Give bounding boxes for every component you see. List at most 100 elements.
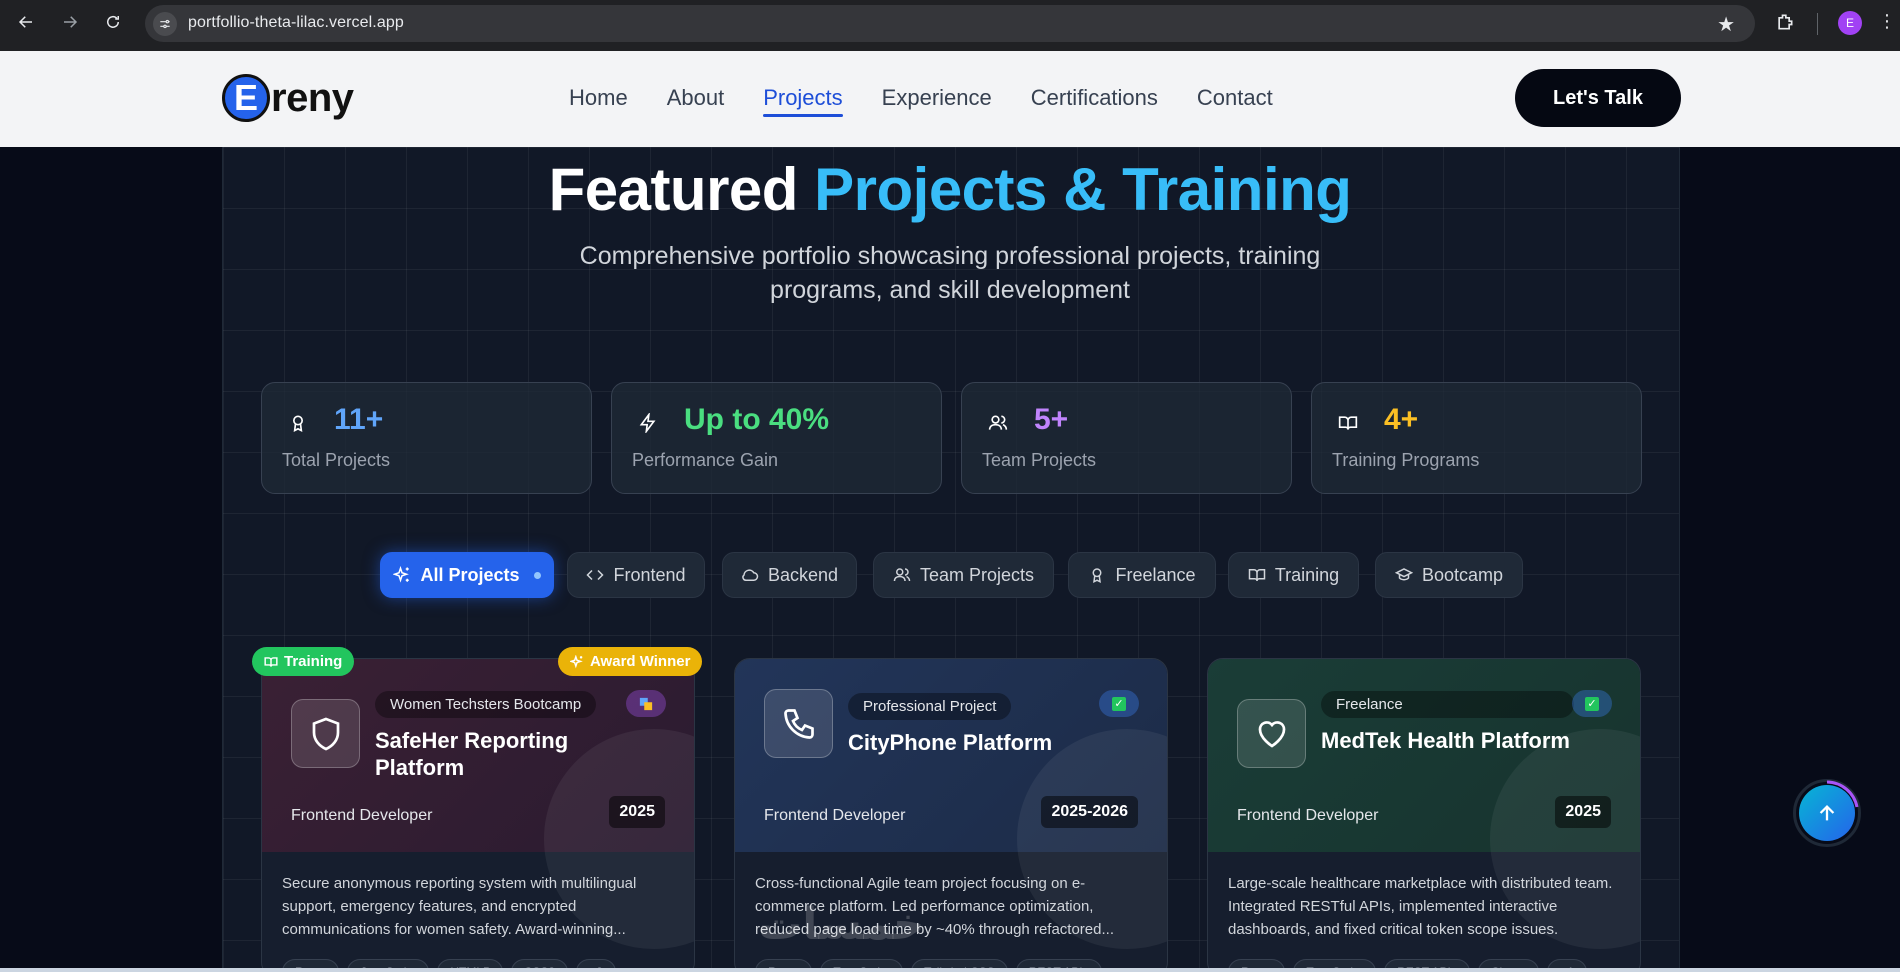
filter-label: Bootcamp xyxy=(1421,564,1504,585)
stat-card-performance: Up to 40% Performance Gain xyxy=(611,382,942,494)
title-accent: Projects & Training xyxy=(814,156,1352,223)
card-year: 2025 xyxy=(609,796,665,828)
cloud-icon xyxy=(742,569,759,581)
lightning-icon xyxy=(639,413,656,433)
phone-icon xyxy=(764,689,833,758)
filter-all-projects[interactable]: All Projects xyxy=(380,552,554,598)
book-icon xyxy=(1338,416,1358,430)
logo[interactable]: E reny xyxy=(222,74,354,122)
nav-projects[interactable]: Projects xyxy=(763,85,844,117)
ribbon-label: Training xyxy=(284,653,343,670)
shield-icon xyxy=(291,699,360,768)
project-card-safeher[interactable]: Women Techsters Bootcamp SafeHer Reporti… xyxy=(261,658,695,972)
card-role: Frontend Developer xyxy=(291,807,433,824)
browser-menu-icon[interactable]: ⋮ xyxy=(1878,12,1896,30)
stat-value: 11+ xyxy=(334,403,384,436)
stat-card-training: 4+ Training Programs xyxy=(1311,382,1642,494)
card-category-badge: Women Techsters Bootcamp xyxy=(375,691,597,718)
card-header: Professional Project ✓ CityPhone Platfor… xyxy=(735,659,1167,949)
card-title: CityPhone Platform xyxy=(848,730,1053,755)
book-icon xyxy=(1248,569,1266,582)
card-year: 2025 xyxy=(1555,796,1611,828)
card-description: Secure anonymous reporting system with m… xyxy=(282,875,637,938)
filter-label: Team Projects xyxy=(919,564,1035,585)
card-role: Frontend Developer xyxy=(1237,807,1379,824)
filter-freelance[interactable]: Freelance xyxy=(1068,552,1216,598)
heart-icon xyxy=(1237,699,1306,768)
ribbon-label: Award Winner xyxy=(590,653,691,670)
stat-card-team: 5+ Team Projects xyxy=(961,382,1292,494)
card-header: Freelance ✓ MedTek Health Platform Front… xyxy=(1208,659,1640,949)
book-icon xyxy=(264,656,278,667)
filter-label: All Projects xyxy=(420,564,520,585)
card-category-badge: Freelance xyxy=(1321,691,1574,718)
scroll-progress-ring xyxy=(1826,780,1859,808)
scroll-to-top-button[interactable] xyxy=(1793,779,1861,847)
profile-avatar[interactable]: E xyxy=(1838,11,1862,35)
nav-about[interactable]: About xyxy=(667,85,725,111)
award-icon xyxy=(1092,568,1102,584)
stat-value: 5+ xyxy=(1034,403,1069,436)
card-title: SafeHer Reporting Platform xyxy=(375,728,569,780)
site-info-icon[interactable] xyxy=(153,12,177,36)
reload-icon[interactable] xyxy=(101,10,125,34)
filter-label: Frontend xyxy=(613,564,686,585)
url-text[interactable]: portfollio-theta-lilac.vercel.app xyxy=(188,14,404,32)
users-icon xyxy=(988,415,1008,430)
logo-mark: E xyxy=(222,74,270,122)
main-nav: Home About Projects Experience Certifica… xyxy=(569,85,1273,117)
users-icon xyxy=(893,568,911,582)
browser-toolbar: portfollio-theta-lilac.vercel.app ★ E ⋮ xyxy=(0,0,1900,51)
project-card-medtek[interactable]: Freelance ✓ MedTek Health Platform Front… xyxy=(1207,658,1641,972)
extensions-icon[interactable] xyxy=(1775,12,1795,37)
nav-home[interactable]: Home xyxy=(569,85,628,111)
card-role: Frontend Developer xyxy=(764,807,906,824)
stat-label: Total Projects xyxy=(282,450,391,470)
site-header: E reny Home About Projects Experience Ce… xyxy=(0,51,1900,147)
bottom-edge xyxy=(0,968,1900,972)
stat-label: Performance Gain xyxy=(632,450,779,470)
section-subtitle: Comprehensive portfolio showcasing profe… xyxy=(579,242,1321,304)
filter-backend[interactable]: Backend xyxy=(722,552,857,598)
sparkles-icon xyxy=(570,654,583,668)
stat-card-total-projects: 11+ Total Projects xyxy=(261,382,592,494)
title-plain: Featured xyxy=(548,156,799,223)
filter-label: Backend xyxy=(767,564,839,585)
bookmark-star-icon[interactable]: ★ xyxy=(1717,12,1735,37)
nav-certifications[interactable]: Certifications xyxy=(1031,85,1158,111)
award-winner-ribbon: Award Winner xyxy=(558,647,703,676)
active-indicator xyxy=(533,571,541,579)
card-category-badge: Professional Project xyxy=(848,693,1012,720)
back-icon[interactable] xyxy=(14,10,38,34)
code-icon xyxy=(586,569,605,581)
sparkles-icon xyxy=(393,566,410,583)
address-bar[interactable]: portfollio-theta-lilac.vercel.app ★ xyxy=(145,5,1755,42)
stat-label: Team Projects xyxy=(982,450,1097,470)
watermark: خمسات xyxy=(758,899,925,950)
filter-frontend[interactable]: Frontend xyxy=(567,552,705,598)
card-year: 2025-2026 xyxy=(1041,796,1138,828)
projects-section: Featured Projects & Training Comprehensi… xyxy=(0,147,1900,972)
training-ribbon: Training xyxy=(252,647,355,676)
nav-experience[interactable]: Experience xyxy=(882,85,992,111)
filter-label: Training xyxy=(1274,564,1340,585)
stat-value: 4+ xyxy=(1384,403,1419,436)
forward-icon[interactable] xyxy=(58,10,82,34)
filter-bootcamp[interactable]: Bootcamp xyxy=(1375,552,1523,598)
filter-label: Freelance xyxy=(1115,564,1196,585)
gallery-icon xyxy=(626,690,666,717)
award-icon xyxy=(293,415,303,432)
stat-value: Up to 40% xyxy=(684,403,830,436)
nav-contact[interactable]: Contact xyxy=(1197,85,1273,111)
check-icon: ✓ xyxy=(1572,690,1612,717)
toolbar-divider xyxy=(1817,13,1818,35)
lets-talk-button[interactable]: Let's Talk xyxy=(1515,69,1681,127)
card-header: Women Techsters Bootcamp SafeHer Reporti… xyxy=(262,659,694,949)
section-title: Featured Projects & Training xyxy=(0,155,1900,224)
check-icon: ✓ xyxy=(1099,690,1139,717)
logo-text: reny xyxy=(271,75,354,120)
card-description: Large-scale healthcare marketplace with … xyxy=(1228,875,1613,938)
filter-team-projects[interactable]: Team Projects xyxy=(873,552,1054,598)
filter-training[interactable]: Training xyxy=(1228,552,1359,598)
card-title: MedTek Health Platform xyxy=(1321,728,1570,753)
